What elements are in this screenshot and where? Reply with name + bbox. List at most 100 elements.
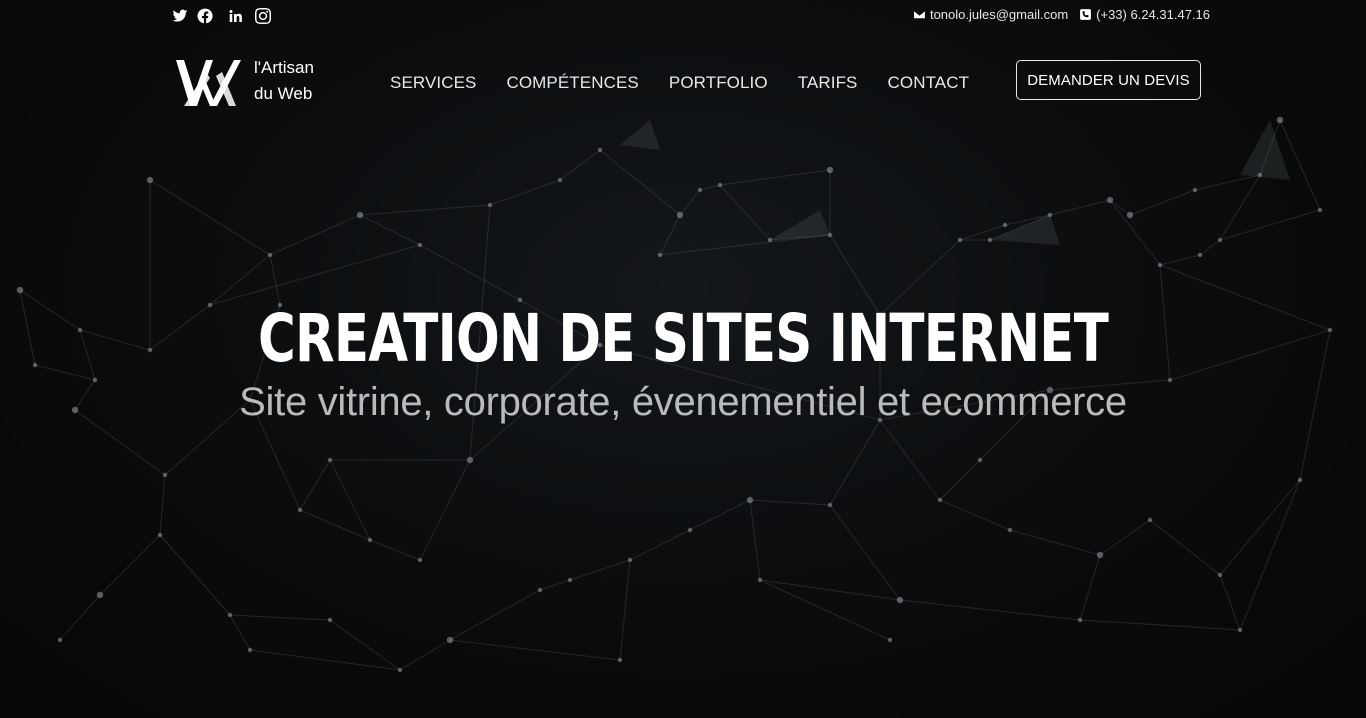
- linkedin-icon[interactable]: [228, 8, 244, 24]
- phone-text[interactable]: (+33) 6.24.31.47.16: [1096, 7, 1210, 22]
- network-node: [487, 202, 493, 208]
- network-line: [269, 214, 361, 256]
- network-line: [1129, 189, 1196, 216]
- nav-item-competences[interactable]: COMPÉTENCES: [506, 73, 638, 93]
- social-links: [172, 8, 271, 24]
- network-line: [629, 529, 691, 561]
- network-node: [937, 497, 943, 503]
- network-node: [1126, 211, 1134, 219]
- page: tonolo.jules@gmail.com (+33) 6.24.31.47.…: [0, 0, 1366, 718]
- hero-title: CREATION DE SITES INTERNET: [257, 300, 1109, 377]
- network-line: [359, 204, 491, 216]
- network-node: [1317, 207, 1323, 213]
- network-node: [227, 612, 233, 618]
- network-node: [1217, 572, 1223, 578]
- network-node: [1192, 187, 1198, 193]
- network-node: [597, 147, 603, 153]
- nav-item-tarifs[interactable]: TARIFS: [798, 73, 858, 93]
- network-node: [1217, 237, 1223, 243]
- logo-line-2: du Web: [254, 84, 313, 103]
- phone-icon: [1079, 8, 1092, 21]
- network-line: [489, 179, 561, 206]
- network-node: [887, 637, 893, 643]
- network-line: [369, 539, 421, 561]
- network-line: [1009, 529, 1101, 556]
- network-line: [749, 499, 831, 506]
- network-line: [299, 459, 331, 511]
- network-node: [1047, 212, 1053, 218]
- network-line: [689, 499, 751, 531]
- network-line: [1199, 239, 1221, 256]
- network-node: [767, 237, 773, 243]
- network-line: [569, 559, 631, 581]
- network-node: [676, 211, 684, 219]
- network-line: [659, 214, 681, 256]
- network-line: [599, 149, 681, 216]
- network-line: [59, 594, 101, 641]
- network-line: [1099, 519, 1151, 556]
- email-text[interactable]: tonolo.jules@gmail.com: [930, 7, 1068, 22]
- network-line: [359, 214, 421, 246]
- network-node: [267, 252, 273, 258]
- network-line: [699, 184, 721, 191]
- network-line: [399, 639, 451, 671]
- network-line: [99, 534, 161, 596]
- network-line: [1079, 619, 1241, 631]
- network-line: [1149, 519, 1221, 576]
- network-node: [1297, 477, 1303, 483]
- network-node: [1147, 517, 1153, 523]
- nav-item-contact[interactable]: CONTACT: [888, 73, 970, 93]
- network-node: [446, 636, 454, 644]
- network-node: [746, 496, 754, 504]
- network-line: [1279, 119, 1321, 211]
- network-node: [297, 507, 303, 513]
- envelope-icon: [913, 8, 926, 21]
- network-line: [1219, 479, 1301, 576]
- network-node: [327, 457, 333, 463]
- network-line: [1079, 554, 1101, 621]
- logo-text: l'Artisan du Web: [254, 55, 314, 107]
- network-node: [687, 527, 693, 533]
- network-line: [1194, 174, 1261, 191]
- twitter-icon[interactable]: [172, 8, 188, 24]
- network-node: [57, 637, 63, 643]
- network-node: [697, 187, 703, 193]
- main-nav: SERVICES COMPÉTENCES PORTFOLIO TARIFS CO…: [390, 73, 999, 93]
- logo-link[interactable]: l'Artisan du Web: [176, 52, 314, 110]
- network-node: [657, 252, 663, 258]
- top-bar: tonolo.jules@gmail.com (+33) 6.24.31.47.…: [0, 0, 1366, 34]
- network-node: [557, 177, 563, 183]
- network-line: [229, 614, 331, 621]
- network-node: [367, 537, 373, 543]
- network-line: [449, 589, 541, 641]
- network-node: [466, 456, 474, 464]
- email-item[interactable]: tonolo.jules@gmail.com: [913, 7, 1068, 22]
- network-line: [659, 234, 831, 256]
- facebook-icon[interactable]: [197, 8, 213, 24]
- network-line: [679, 189, 701, 216]
- request-quote-button[interactable]: DEMANDER UN DEVIS: [1016, 60, 1201, 100]
- network-node: [162, 472, 168, 478]
- nav-item-services[interactable]: SERVICES: [390, 73, 476, 93]
- network-line: [1219, 209, 1321, 241]
- network-node: [957, 237, 963, 243]
- network-node: [157, 532, 163, 538]
- network-line: [719, 169, 831, 186]
- network-node: [96, 591, 104, 599]
- instagram-icon[interactable]: [255, 8, 271, 24]
- network-line: [899, 599, 1081, 621]
- network-line: [539, 579, 571, 591]
- network-node: [1197, 252, 1203, 258]
- network-line: [229, 614, 251, 651]
- network-node: [987, 237, 993, 243]
- network-node: [327, 617, 333, 623]
- network-node: [1007, 527, 1013, 533]
- logo-icon: [176, 52, 242, 110]
- phone-item[interactable]: (+33) 6.24.31.47.16: [1079, 7, 1210, 22]
- network-line: [249, 649, 401, 671]
- nav-item-portfolio[interactable]: PORTFOLIO: [669, 73, 768, 93]
- network-node: [397, 667, 403, 673]
- network-line: [159, 474, 166, 536]
- network-line: [939, 459, 981, 501]
- network-node: [827, 502, 833, 508]
